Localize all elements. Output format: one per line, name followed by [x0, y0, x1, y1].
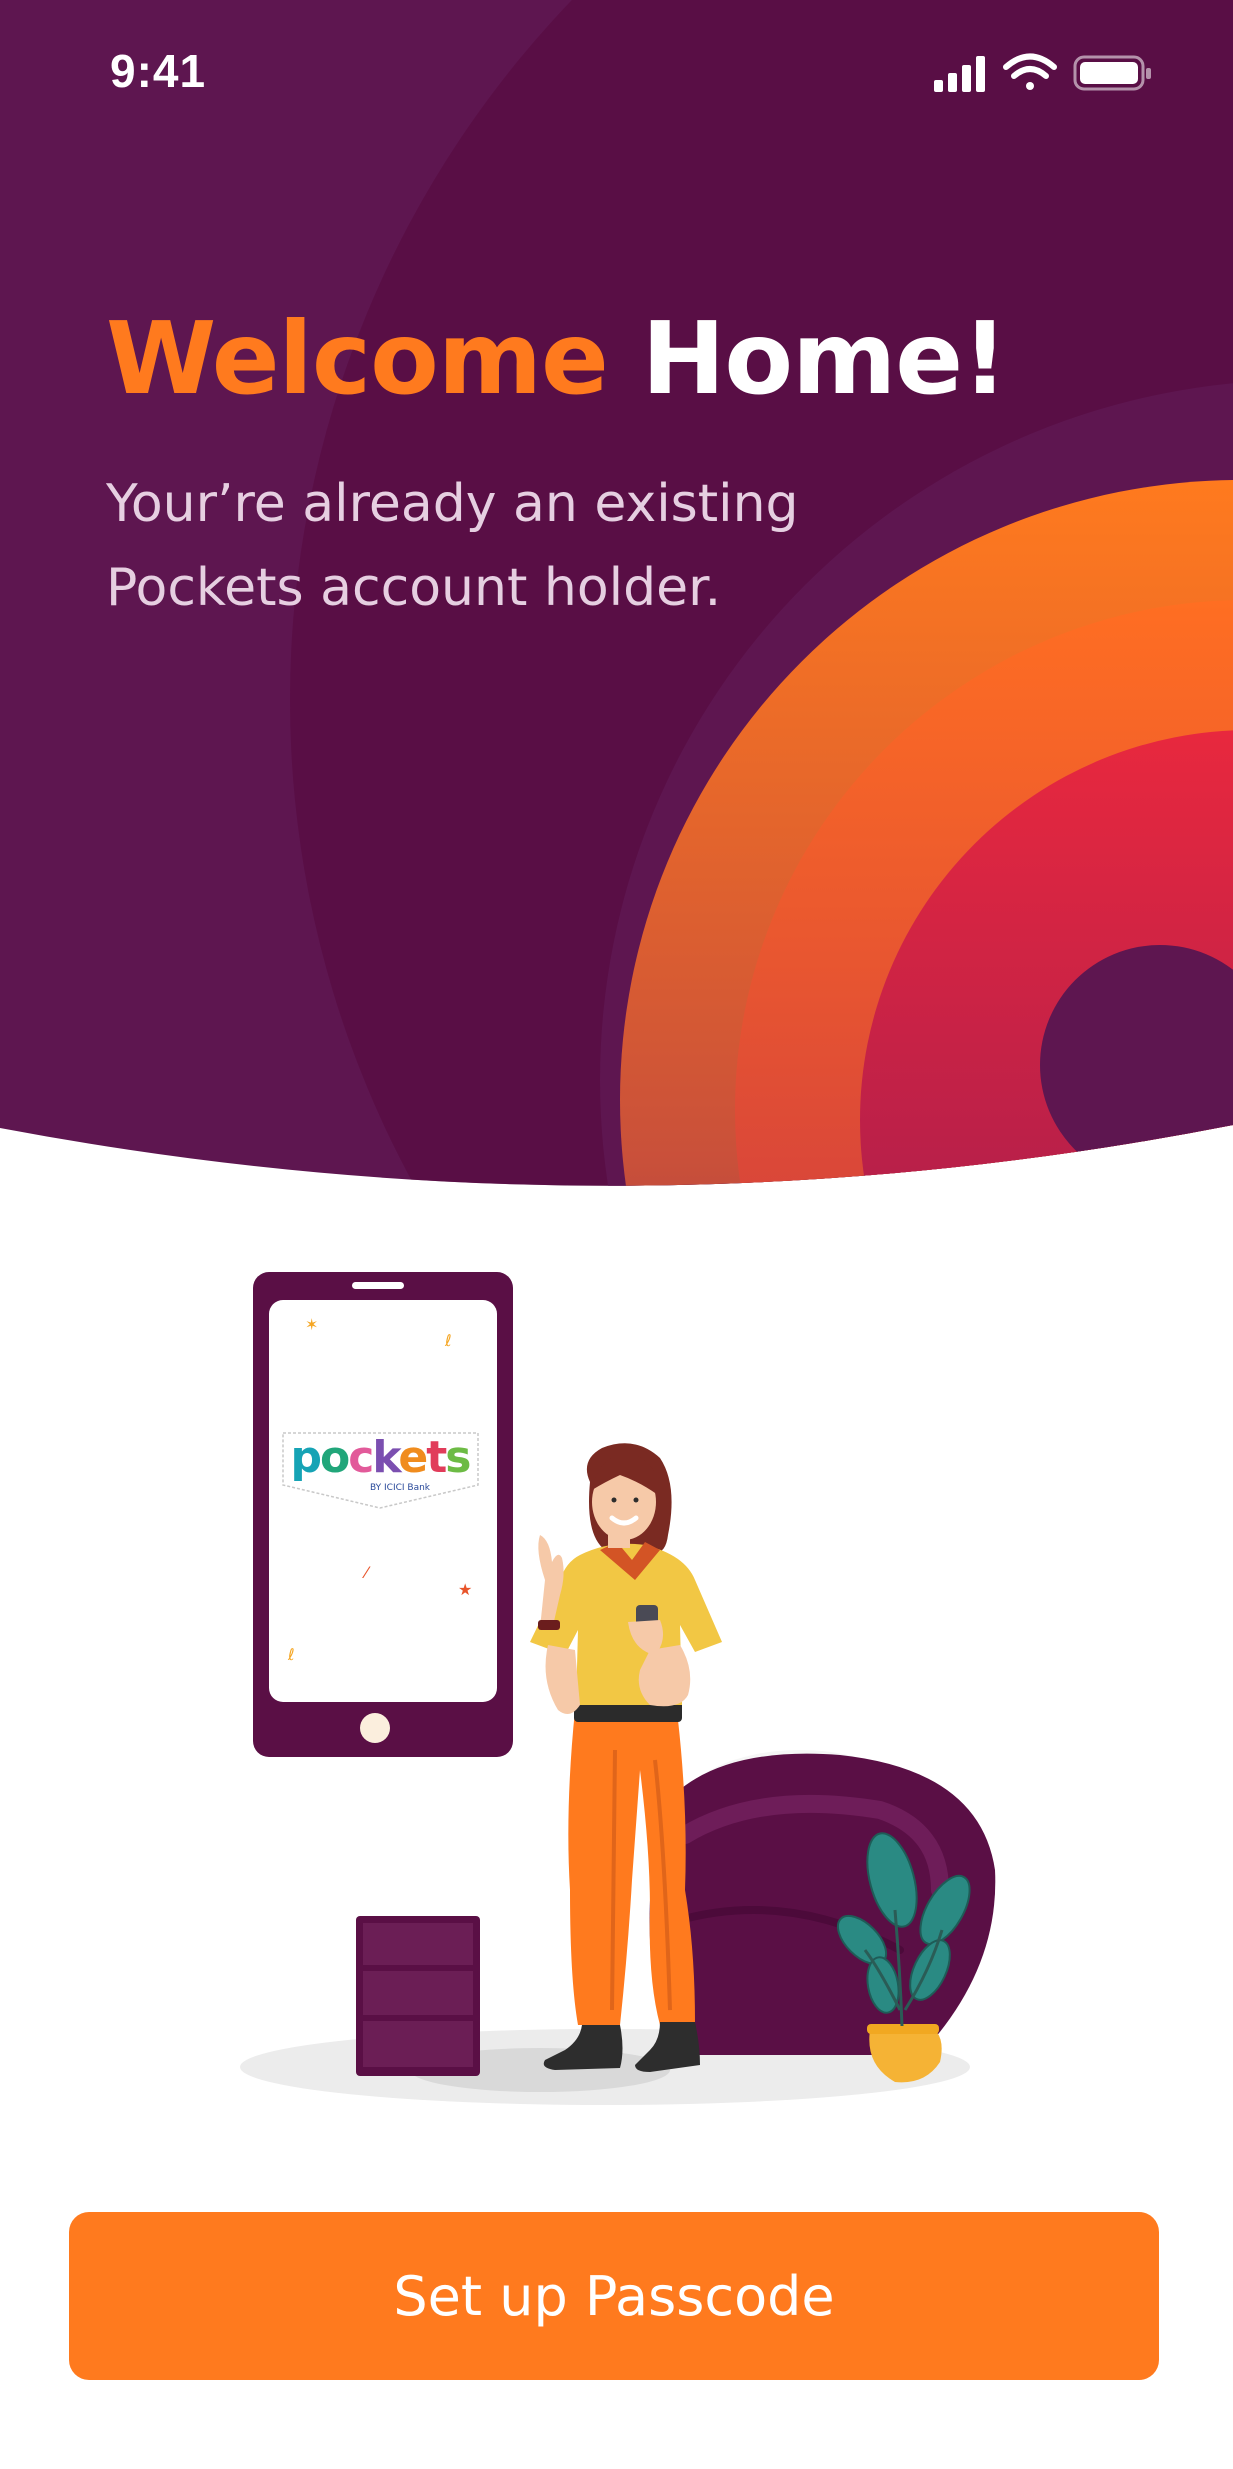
subtitle-line-1: Your’re already an existing — [106, 474, 799, 534]
set-up-passcode-label: Set up Passcode — [393, 2264, 835, 2328]
wifi-icon — [1003, 53, 1057, 90]
set-up-passcode-button[interactable]: Set up Passcode — [69, 2212, 1159, 2380]
svg-text:pockets: pockets — [290, 1432, 470, 1483]
status-time: 9:41 — [110, 45, 207, 97]
svg-text:ℓ: ℓ — [287, 1645, 295, 1664]
drawer-cabinet — [356, 1916, 480, 2076]
svg-text:★: ★ — [458, 1580, 472, 1599]
welcome-illustration: ✶ ℓ ⁄ ★ ℓ pockets BY ICICI Bank — [240, 1250, 1080, 2120]
page-title: Welcome Home! — [106, 300, 1008, 417]
cellular-signal-icon — [934, 56, 985, 92]
svg-text:BY ICICI Bank: BY ICICI Bank — [370, 1483, 431, 1493]
title-home: Home! — [641, 300, 1008, 417]
phone-mockup: ✶ ℓ ⁄ ★ ℓ pockets BY ICICI Bank — [253, 1272, 513, 1757]
status-icons — [930, 48, 1160, 98]
battery-icon — [1073, 55, 1151, 91]
status-bar: 9:41 — [0, 0, 1233, 150]
title-welcome: Welcome — [106, 300, 609, 417]
svg-text:ℓ: ℓ — [444, 1331, 452, 1350]
woman-with-phone — [530, 1443, 722, 2072]
page-subtitle: Your’re already an existing Pockets acco… — [106, 462, 1006, 630]
svg-text:✶: ✶ — [305, 1315, 318, 1334]
subtitle-line-2: Pockets account holder. — [106, 558, 722, 618]
